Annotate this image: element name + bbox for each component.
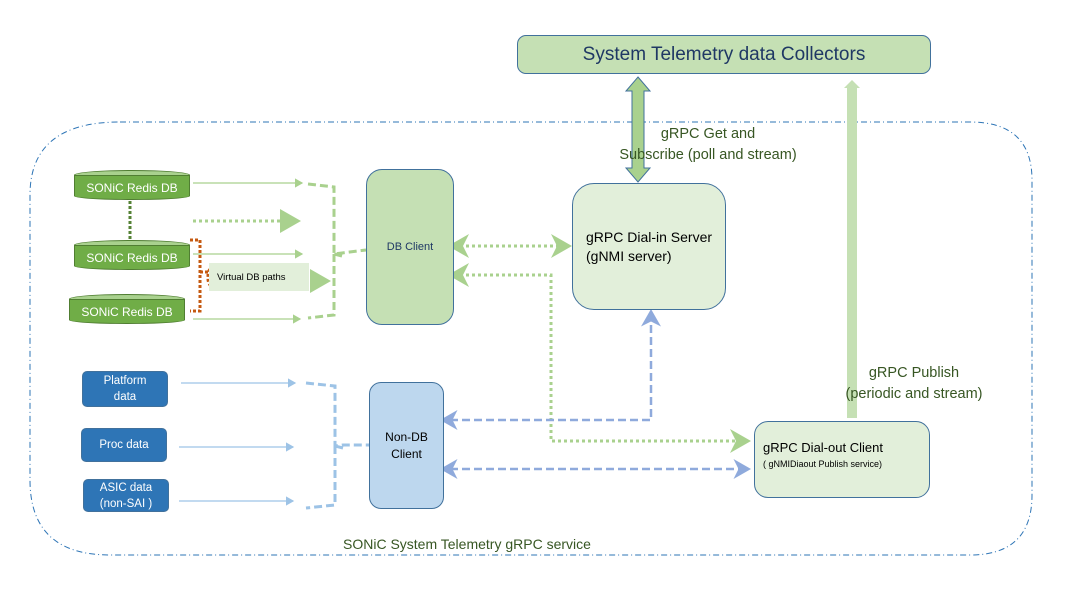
non-db-label: Non-DB bbox=[385, 429, 428, 444]
asic-data-box: ASIC data (non-SAI ) bbox=[83, 479, 169, 512]
platform-data-box: Platform data bbox=[82, 371, 168, 407]
source-label: Proc data bbox=[99, 439, 149, 451]
non-db-label: Client bbox=[391, 446, 422, 461]
source-label: data bbox=[113, 391, 137, 403]
redis-db-2: SONiC Redis DB bbox=[74, 240, 190, 270]
get-subscribe-line2: Subscribe (poll and stream) bbox=[619, 147, 797, 163]
get-subscribe-line1: gRPC Get and bbox=[660, 126, 756, 142]
get-subscribe-label: gRPC Get and Subscribe (poll and stream) bbox=[598, 124, 818, 166]
source-label: Platform bbox=[103, 375, 147, 387]
publish-line1: gRPC Publish bbox=[868, 365, 960, 381]
dial-in-subtitle: (gNMI server) bbox=[586, 247, 672, 264]
db-brace bbox=[307, 182, 367, 320]
redis-db-label: SONiC Redis DB bbox=[74, 245, 190, 270]
dial-out-subtitle: ( gNMIDiaout Publish service) bbox=[763, 459, 883, 469]
non-db-client-box: Non-DB Client bbox=[369, 382, 444, 509]
proc-data-box: Proc data bbox=[81, 428, 167, 462]
telemetry-collectors-box: System Telemetry data Collectors bbox=[517, 35, 931, 74]
redis-db-3: SONiC Redis DB bbox=[69, 294, 185, 324]
dial-in-title: gRPC Dial-in Server bbox=[586, 228, 713, 245]
virtual-db-label: Virtual DB paths bbox=[217, 271, 286, 283]
dial-out-title: gRPC Dial-out Client bbox=[763, 440, 883, 455]
redis-db-1: SONiC Redis DB bbox=[74, 170, 190, 200]
source-label: (non-SAI ) bbox=[99, 497, 153, 510]
virtual-db-paths: Virtual DB paths bbox=[209, 263, 309, 291]
redis-db-label: SONiC Redis DB bbox=[69, 299, 185, 324]
source-label: ASIC data bbox=[99, 481, 153, 494]
db-client-box: DB Client bbox=[366, 169, 454, 325]
db-client-label: DB Client bbox=[386, 241, 434, 253]
redis-db-label: SONiC Redis DB bbox=[74, 175, 190, 200]
dial-out-client-box: gRPC Dial-out Client ( gNMIDiaout Publish… bbox=[754, 421, 930, 498]
collectors-label: System Telemetry data Collectors bbox=[582, 43, 866, 65]
service-title: SONiC System Telemetry gRPC service bbox=[343, 536, 591, 552]
publish-label: gRPC Publish (periodic and stream) bbox=[829, 363, 999, 405]
virtual-db-link bbox=[190, 238, 208, 313]
dial-in-server-box: gRPC Dial-in Server (gNMI server) bbox=[572, 183, 726, 310]
nondb-brace bbox=[305, 381, 369, 510]
publish-line2: (periodic and stream) bbox=[845, 386, 983, 402]
